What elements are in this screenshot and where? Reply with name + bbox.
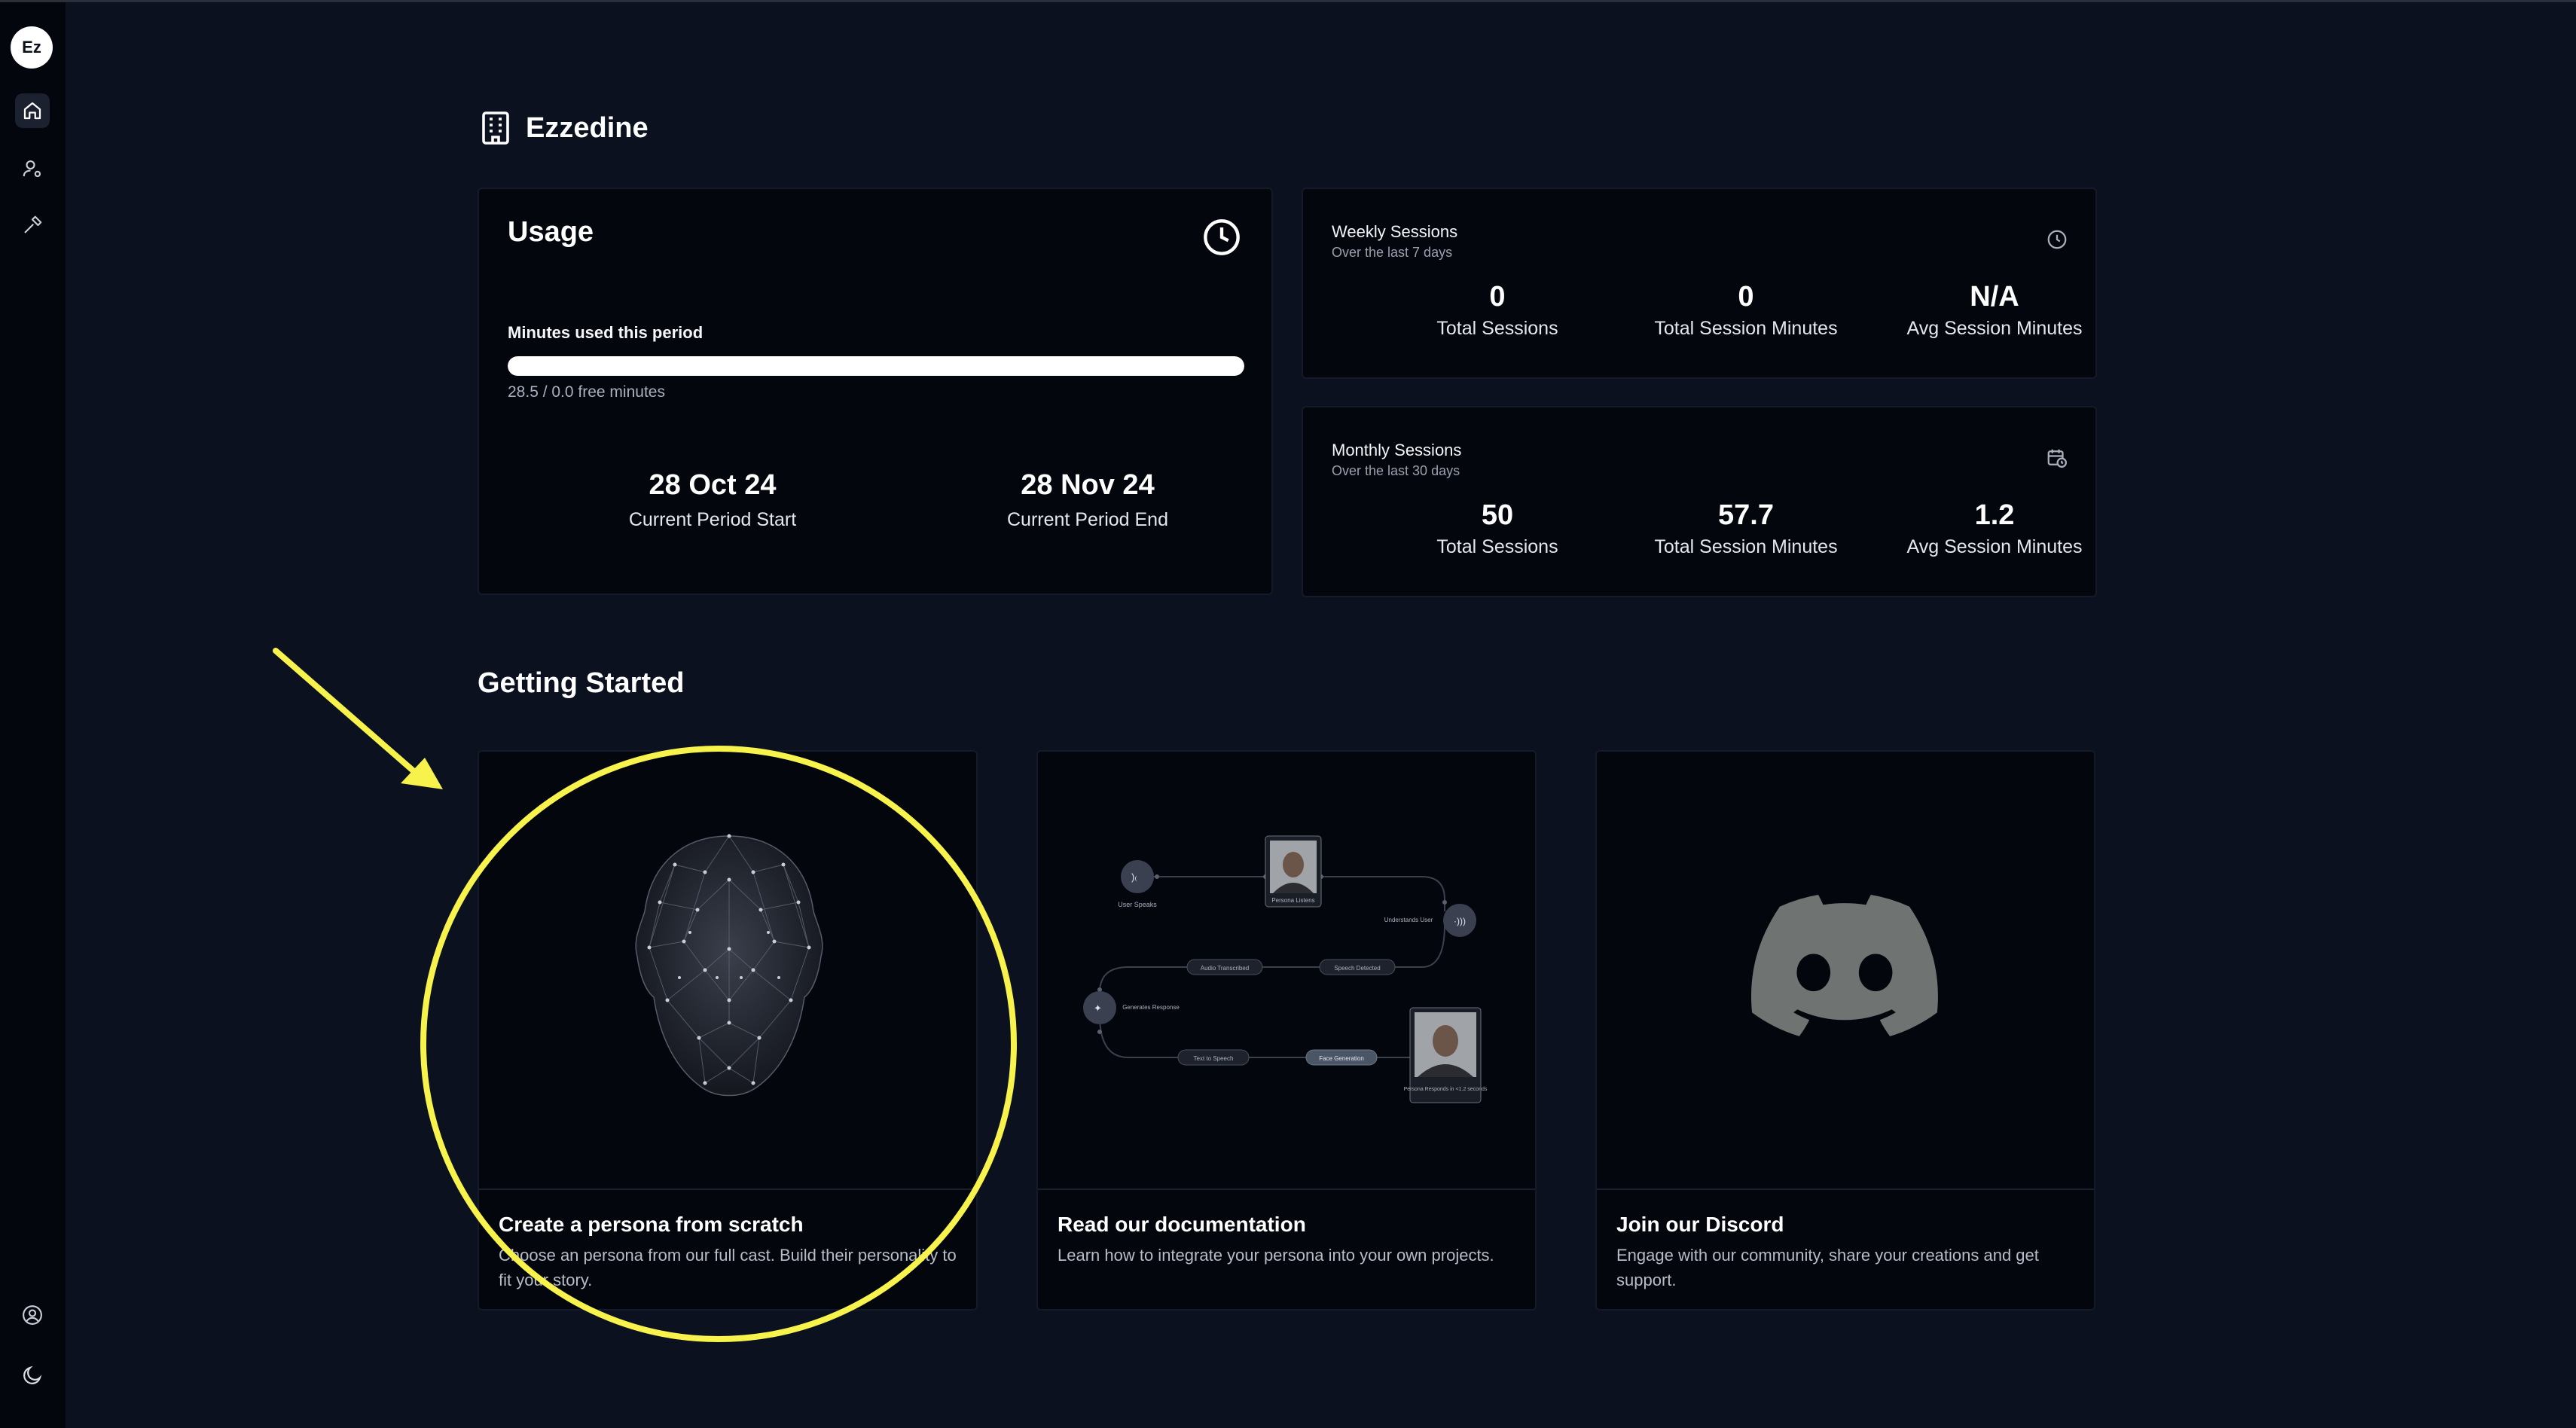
weekly-avg-minutes: N/A Avg Session Minutes bbox=[1874, 281, 2115, 340]
monthly-subtitle: Over the last 30 days bbox=[1332, 463, 1460, 478]
period-start-label: Current Period Start bbox=[628, 509, 797, 530]
diagram-node-label: Persona Listens bbox=[1271, 897, 1314, 904]
stat-value: N/A bbox=[1970, 281, 2019, 313]
usage-progress-fill bbox=[508, 356, 1244, 376]
discord-logo-icon bbox=[1751, 895, 1938, 1036]
sidebar: Ez bbox=[0, 2, 66, 1428]
monthly-total-sessions: 50 Total Sessions bbox=[1377, 499, 1618, 558]
stat-label: Total Sessions bbox=[1436, 318, 1558, 339]
annotation-arrow bbox=[273, 648, 420, 777]
sound-glyph: ·))) bbox=[1454, 916, 1466, 926]
calendar-clock-icon bbox=[2047, 449, 2067, 468]
home-icon bbox=[23, 102, 41, 120]
usage-card: Usage Minutes used this period 28.5 / 0.… bbox=[478, 188, 1273, 595]
diagram-node-label: User Speaks bbox=[1118, 901, 1157, 908]
diagram-pill-label: Speech Detected bbox=[1334, 965, 1380, 972]
page-title: Ezzedine bbox=[479, 105, 649, 151]
stat-label: Total Session Minutes bbox=[1654, 536, 1838, 557]
hammer-icon bbox=[24, 215, 42, 233]
getting-started-title: Getting Started bbox=[478, 667, 685, 699]
voice-glyph: )₍ bbox=[1131, 871, 1137, 883]
stat-value: 0 bbox=[1738, 281, 1754, 313]
monthly-sessions-card: Monthly Sessions Over the last 30 days 5… bbox=[1302, 406, 2097, 597]
diagram-pill-label: Audio Transcribed bbox=[1201, 965, 1249, 972]
stat-value: 0 bbox=[1489, 281, 1506, 313]
period-end-label: Current Period End bbox=[1006, 509, 1168, 530]
theme-toggle-button[interactable] bbox=[15, 1358, 50, 1393]
stat-value: 1.2 bbox=[1974, 499, 2015, 531]
sparkle-glyph: ✦ bbox=[1094, 1002, 1102, 1014]
user-settings-icon bbox=[23, 160, 41, 178]
period-end: 28 Nov 24 Current Period End bbox=[929, 469, 1246, 531]
moon-icon bbox=[23, 1365, 42, 1384]
clock-icon bbox=[1204, 219, 1240, 255]
stat-label: Avg Session Minutes bbox=[1906, 536, 2083, 557]
card-title: Create a persona from scratch bbox=[499, 1213, 804, 1236]
stat-label: Total Sessions bbox=[1436, 536, 1558, 557]
discord-card[interactable]: Join our Discord Engage with our communi… bbox=[1595, 750, 2095, 1311]
window-top-border bbox=[0, 0, 2576, 2]
diagram-pill-label: Text to Speech bbox=[1194, 1055, 1234, 1062]
monthly-title: Monthly Sessions bbox=[1332, 441, 1462, 459]
account-circle-icon bbox=[23, 1305, 42, 1325]
sidebar-item-tools[interactable] bbox=[15, 208, 50, 243]
diagram-pill-label: Face Generation bbox=[1319, 1055, 1364, 1062]
workspace-name: Ezzedine bbox=[526, 111, 649, 144]
stat-value: 50 bbox=[1481, 499, 1514, 531]
avatar[interactable]: Ez bbox=[11, 26, 53, 69]
period-end-value: 28 Nov 24 bbox=[1021, 469, 1155, 501]
diagram-node-label: Understands User bbox=[1384, 917, 1433, 923]
stat-label: Total Session Minutes bbox=[1654, 318, 1838, 339]
usage-progress-bar bbox=[508, 356, 1244, 376]
weekly-title: Weekly Sessions bbox=[1332, 222, 1458, 241]
card-title: Read our documentation bbox=[1058, 1213, 1306, 1236]
card-media bbox=[479, 752, 976, 1190]
weekly-total-minutes: 0 Total Session Minutes bbox=[1625, 281, 1866, 340]
period-start: 28 Oct 24 Current Period Start bbox=[554, 469, 871, 531]
annotation-arrow-head bbox=[401, 758, 443, 789]
weekly-sessions-card: Weekly Sessions Over the last 7 days 0 T… bbox=[1302, 188, 2097, 379]
card-media bbox=[1597, 752, 2094, 1190]
building-icon bbox=[482, 111, 509, 145]
account-button[interactable] bbox=[15, 1298, 50, 1332]
documentation-card[interactable]: )₍ User Speaks Persona Listens ·))) Unde… bbox=[1036, 750, 1537, 1311]
card-media: )₍ User Speaks Persona Listens ·))) Unde… bbox=[1038, 752, 1535, 1190]
monthly-avg-minutes: 1.2 Avg Session Minutes bbox=[1874, 499, 2115, 558]
card-title: Join our Discord bbox=[1616, 1213, 1784, 1236]
diagram-node-label: Generates Response bbox=[1122, 1004, 1180, 1011]
sidebar-item-personas[interactable] bbox=[15, 151, 50, 186]
stat-label: Avg Session Minutes bbox=[1906, 318, 2083, 339]
stat-value: 57.7 bbox=[1718, 499, 1774, 531]
minutes-sub: 28.5 / 0.0 free minutes bbox=[508, 383, 665, 401]
period-start-value: 28 Oct 24 bbox=[649, 469, 777, 501]
sidebar-item-home[interactable] bbox=[15, 93, 50, 128]
diagram-node-label: Persona Responds in <1.2 seconds bbox=[1404, 1087, 1488, 1092]
usage-title: Usage bbox=[508, 216, 594, 248]
create-persona-card[interactable]: Create a persona from scratch Choose an … bbox=[478, 750, 978, 1311]
weekly-total-sessions: 0 Total Sessions bbox=[1377, 281, 1618, 340]
card-description: Choose an persona from our full cast. Bu… bbox=[499, 1246, 957, 1289]
card-description: Learn how to integrate your persona into… bbox=[1058, 1246, 1494, 1265]
wireframe-face-illustration bbox=[635, 834, 823, 1097]
monthly-total-minutes: 57.7 Total Session Minutes bbox=[1625, 499, 1866, 558]
pipeline-diagram-illustration: )₍ User Speaks Persona Listens ·))) Unde… bbox=[1083, 835, 1488, 1103]
weekly-subtitle: Over the last 7 days bbox=[1332, 245, 1453, 260]
clock-icon bbox=[2047, 230, 2067, 249]
minutes-label: Minutes used this period bbox=[508, 323, 704, 342]
card-description: Engage with our community, share your cr… bbox=[1616, 1246, 2039, 1289]
